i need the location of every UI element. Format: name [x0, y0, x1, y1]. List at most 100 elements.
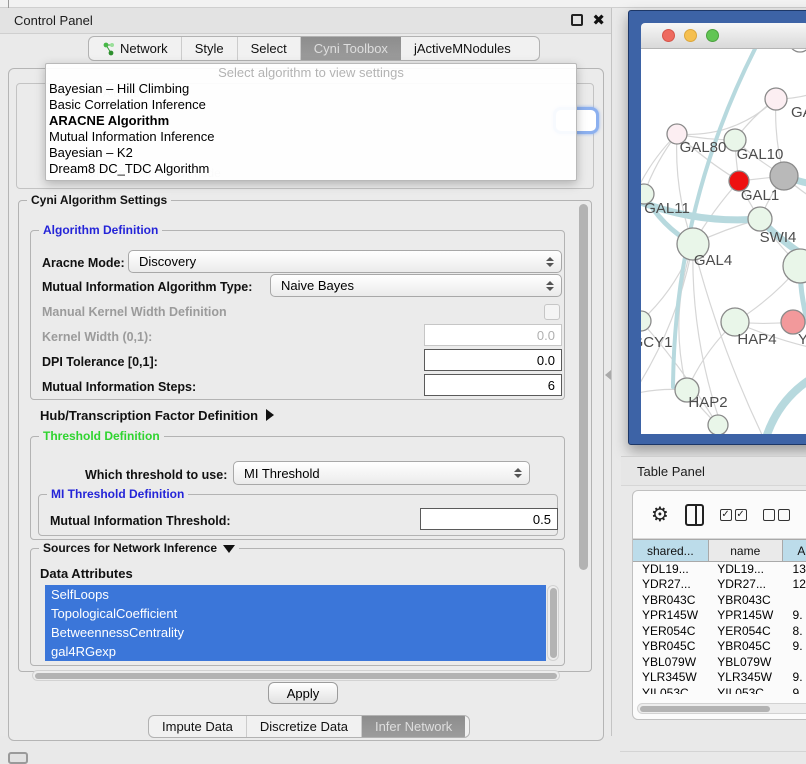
network-node-pink_top[interactable]: [765, 88, 787, 110]
network-canvas[interactable]: GALGAL80GAL10GAL1GAL11SWI4GAL4HAP4YGCY1H…: [641, 49, 806, 434]
column-header[interactable]: shared...: [633, 540, 708, 562]
tab-cyni-toolbox[interactable]: Cyni Toolbox: [301, 37, 401, 60]
table-cell: 9.: [784, 608, 806, 624]
hub-section-toggle[interactable]: Hub/Transcription Factor Definition: [40, 408, 274, 423]
tab-network[interactable]: Network: [89, 37, 182, 60]
table-cell: YBR045C: [633, 639, 708, 655]
close-icon[interactable]: ✖: [592, 11, 605, 29]
hub-section-label: Hub/Transcription Factor Definition: [40, 408, 258, 423]
table-cell: [784, 592, 806, 608]
table-cell: YPR145W: [633, 608, 708, 624]
apply-button[interactable]: Apply: [268, 682, 338, 704]
splitpane-grip-icon[interactable]: [605, 370, 611, 380]
kernel-width-input[interactable]: 0.0: [424, 324, 562, 346]
network-window-titlebar[interactable]: [641, 23, 806, 49]
algorithm-option[interactable]: Bayesian – Hill Climbing: [46, 81, 576, 97]
network-node-swi4[interactable]: [783, 249, 806, 283]
columns-icon[interactable]: [685, 504, 704, 526]
network-node-bottom_p[interactable]: [708, 415, 728, 434]
table-row[interactable]: YBL079WYBL079W: [633, 654, 806, 670]
bottom-tab-infer-network[interactable]: Infer Network: [362, 716, 465, 737]
mi-steps-input[interactable]: 6: [424, 374, 562, 396]
table-row[interactable]: YBR045CYBR045C9.: [633, 639, 806, 655]
network-node-label: HAP4: [737, 331, 776, 348]
mi-algorithm-type-combobox[interactable]: Naive Bayes: [270, 274, 562, 297]
attribute-item[interactable]: BetweennessCentrality: [45, 623, 546, 642]
table-row[interactable]: YPR145WYPR145W9.: [633, 608, 806, 624]
attribute-item[interactable]: TopologicalCoefficient: [45, 604, 546, 623]
table-horizontal-scrollbar[interactable]: [637, 703, 806, 714]
column-header[interactable]: name: [708, 540, 782, 562]
algorithm-option[interactable]: Dream8 DC_TDC Algorithm: [46, 161, 576, 177]
table-row[interactable]: YBR043CYBR043C: [633, 592, 806, 608]
table-cell: 13: [784, 561, 806, 577]
algorithm-dropdown-popup: Select algorithm to view settings Bayesi…: [45, 63, 577, 181]
dpi-tolerance-input[interactable]: 0.0: [424, 349, 562, 371]
network-node-label: GAL11: [644, 200, 690, 217]
algorithm-option[interactable]: Mutual Information Inference: [46, 129, 576, 145]
table-row[interactable]: YDR27...YDR27...12: [633, 577, 806, 593]
sources-group-title[interactable]: Sources for Network Inference: [39, 541, 239, 555]
threshold-definition-title: Threshold Definition: [39, 429, 164, 443]
minimized-panel-icon[interactable]: [8, 752, 28, 764]
mi-algorithm-type-label: Mutual Information Algorithm Type:: [42, 280, 252, 294]
table-row[interactable]: YIL053CYIL053C9.: [633, 685, 806, 694]
mi-steps-label: Mutual Information Steps:: [42, 380, 196, 394]
network-node-gcy1[interactable]: [641, 311, 651, 331]
tab-label: Network: [120, 41, 168, 56]
data-attributes-list[interactable]: SelfLoopsTopologicalCoefficientBetweenne…: [45, 585, 546, 661]
tab-jactivemnodules[interactable]: jActiveMNodules: [401, 37, 524, 60]
network-edge[interactable]: [679, 244, 693, 390]
algorithm-option[interactable]: ARACNE Algorithm: [46, 113, 576, 129]
tab-label: Discretize Data: [260, 719, 348, 734]
deselect-all-checkboxes-icon[interactable]: [763, 509, 790, 521]
table-cell: YER054C: [708, 623, 783, 639]
aracne-mode-combobox[interactable]: Discovery: [128, 250, 562, 273]
top-strip: [0, 0, 806, 8]
table-row[interactable]: YDL19...YDL19...13: [633, 561, 806, 577]
dpi-tolerance-label: DPI Tolerance [0,1]:: [42, 355, 158, 369]
table-cell: YDL19...: [633, 561, 708, 577]
close-traffic-light-icon[interactable]: [662, 29, 675, 42]
attribute-item[interactable]: gal4RGexp: [45, 642, 546, 661]
network-node-label: GAL80: [680, 139, 727, 156]
table-rows-viewport[interactable]: YDL19...YDL19...13YDR27...YDR27...12YBR0…: [633, 561, 806, 694]
mi-threshold-input[interactable]: 0.5: [420, 508, 558, 530]
network-node-label: GCY1: [641, 334, 672, 351]
network-node-gray[interactable]: [770, 162, 798, 190]
node-table-body: YDL19...YDL19...13YDR27...YDR27...12YBR0…: [633, 561, 806, 694]
tab-style[interactable]: Style: [182, 37, 238, 60]
table-row[interactable]: YER054CYER054C8.: [633, 623, 806, 639]
bottom-tab-impute-data[interactable]: Impute Data: [149, 716, 247, 737]
sources-title-text: Sources for Network Inference: [43, 541, 217, 555]
attribute-item[interactable]: SelfLoops: [45, 585, 546, 604]
attributes-scrollbar[interactable]: [547, 585, 559, 661]
network-view-window[interactable]: GALGAL80GAL10GAL1GAL11SWI4GAL4HAP4YGCY1H…: [628, 10, 806, 445]
table-cell: YBR045C: [708, 639, 783, 655]
network-node-label: GAL4: [694, 252, 732, 269]
algorithm-option[interactable]: Basic Correlation Inference: [46, 97, 576, 113]
algorithm-option[interactable]: Bayesian – K2: [46, 145, 576, 161]
tab-label: Infer Network: [375, 719, 452, 734]
settings-vertical-scrollbar[interactable]: [577, 202, 590, 670]
column-header[interactable]: A: [782, 540, 806, 562]
select-all-checkboxes-icon[interactable]: ✓✓: [720, 509, 747, 521]
which-threshold-combobox[interactable]: MI Threshold: [233, 461, 530, 485]
table-cell: YDL19...: [708, 561, 783, 577]
table-row[interactable]: YLR345WYLR345W9.: [633, 670, 806, 686]
network-node-gal1[interactable]: [748, 207, 772, 231]
minimize-traffic-light-icon[interactable]: [684, 29, 697, 42]
zoom-traffic-light-icon[interactable]: [706, 29, 719, 42]
network-edge-highlighted[interactable]: [765, 375, 806, 434]
network-node-outline_tr[interactable]: [789, 49, 806, 52]
settings-group-title: Cyni Algorithm Settings: [27, 193, 171, 207]
tab-select[interactable]: Select: [238, 37, 301, 60]
bottom-tab-discretize-data[interactable]: Discretize Data: [247, 716, 362, 737]
gear-icon[interactable]: ⚙: [651, 502, 669, 527]
float-window-icon[interactable]: [571, 14, 583, 26]
settings-horizontal-scrollbar[interactable]: [32, 670, 560, 681]
network-node-label: Y: [798, 331, 806, 348]
network-node-label: GAL: [791, 104, 806, 121]
table-panel-card: ⚙ ✓✓ shared...nameA YDL19...YDL19...13YD…: [632, 490, 806, 720]
manual-kernel-width-checkbox[interactable]: [544, 304, 560, 320]
